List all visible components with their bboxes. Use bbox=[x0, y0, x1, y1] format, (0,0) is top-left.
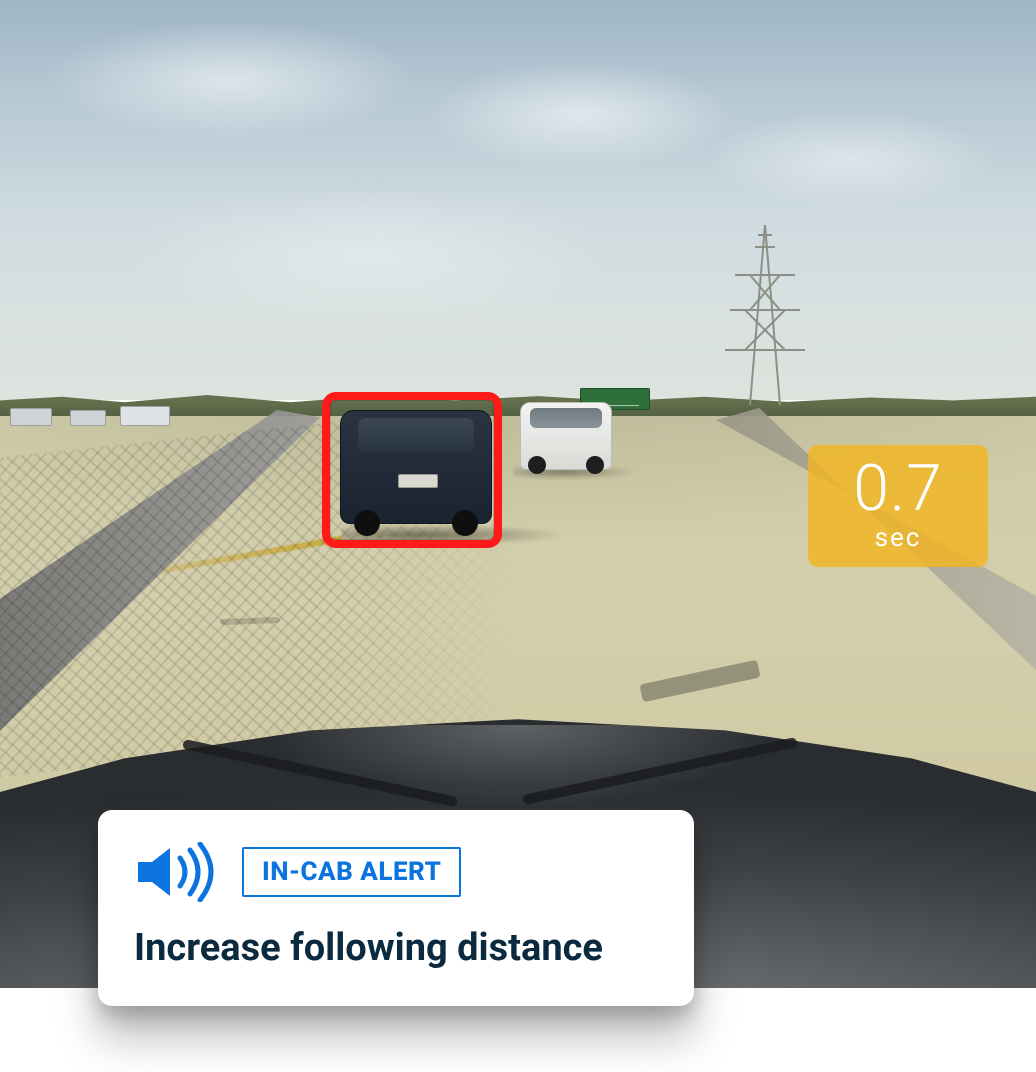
alert-message: Increase following distance bbox=[134, 926, 660, 970]
alert-badge: IN-CAB ALERT bbox=[242, 847, 461, 897]
cloud bbox=[420, 60, 740, 170]
oncoming-traffic bbox=[10, 398, 200, 426]
following-time-badge: 0.7 sec bbox=[808, 445, 988, 567]
sky bbox=[0, 0, 1036, 400]
cloud bbox=[700, 110, 1000, 210]
vehicle-distant bbox=[10, 408, 52, 426]
detection-bounding-box bbox=[322, 392, 502, 548]
vehicle-distant bbox=[70, 410, 106, 426]
following-time-unit: sec bbox=[818, 523, 978, 553]
cloud bbox=[40, 20, 420, 140]
following-time-value: 0.7 bbox=[818, 457, 978, 521]
dashcam-stage: 0.7 sec IN-CAB ALERT Increase following … bbox=[0, 0, 1036, 1072]
in-cab-alert-card: IN-CAB ALERT Increase following distance bbox=[98, 810, 694, 1006]
power-tower-icon bbox=[720, 225, 810, 405]
vehicle-distant bbox=[120, 406, 170, 426]
speaker-icon bbox=[134, 842, 218, 902]
vehicle-ahead-right bbox=[520, 402, 612, 470]
alert-header: IN-CAB ALERT bbox=[134, 842, 660, 902]
cloud bbox=[120, 180, 620, 330]
